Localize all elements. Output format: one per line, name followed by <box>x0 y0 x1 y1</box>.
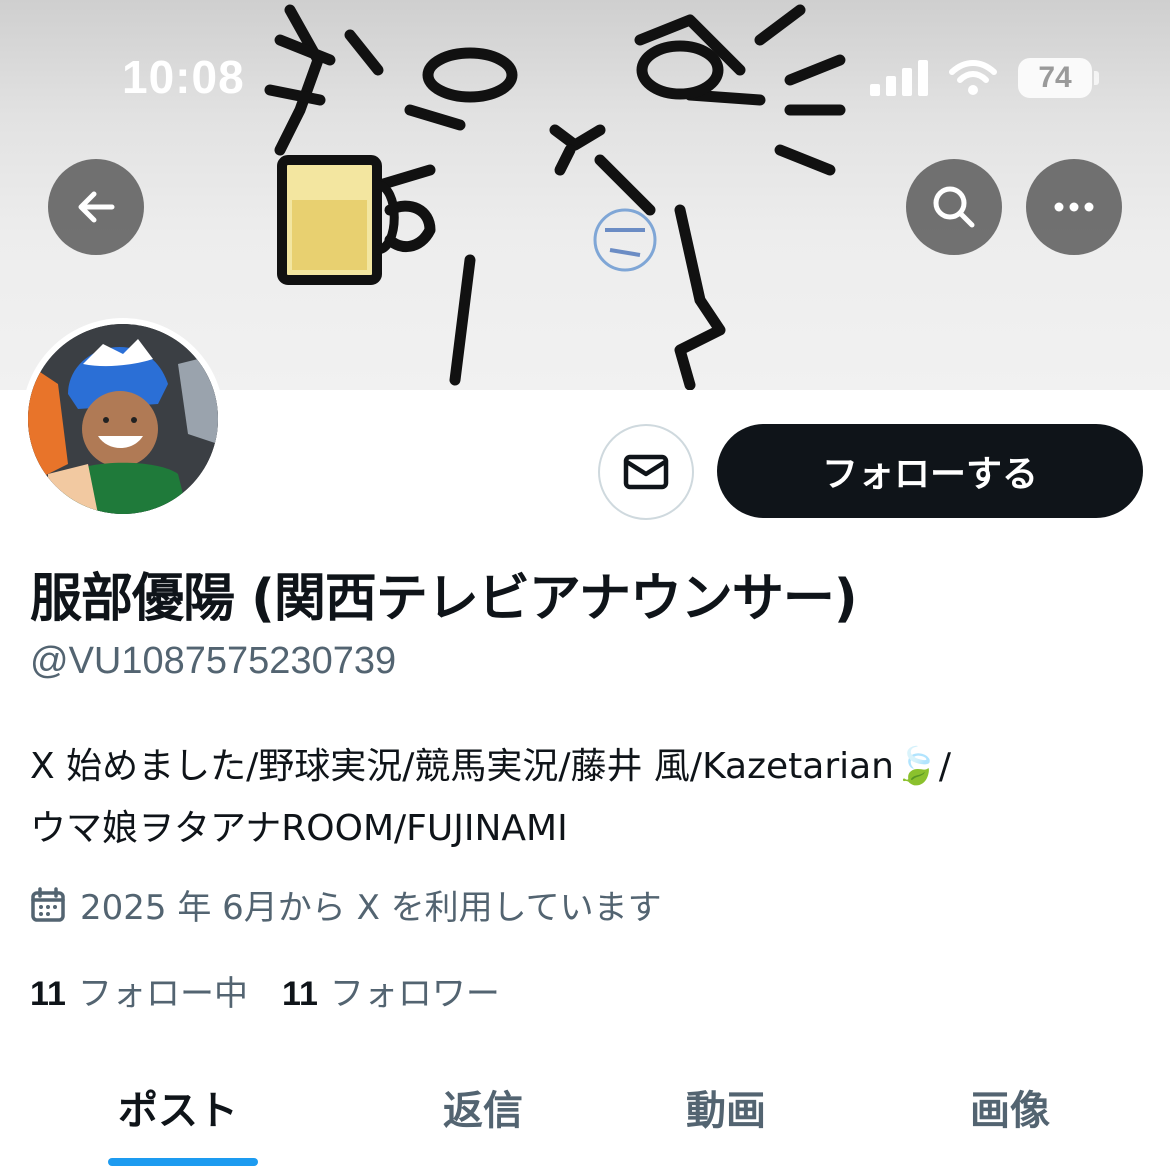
message-button[interactable] <box>598 424 694 520</box>
avatar[interactable] <box>22 318 224 520</box>
tab-posts[interactable]: ポスト <box>118 1078 238 1136</box>
profile-tabs: ポスト 返信 動画 画像 <box>0 1060 1170 1167</box>
following-link[interactable]: 11 フォロー中 <box>30 966 248 1015</box>
tab-images[interactable]: 画像 <box>970 1078 1050 1136</box>
followers-link[interactable]: 11 フォロワー <box>282 966 500 1015</box>
profile-bio: X 始めました/野球実況/競馬実況/藤井 風/Kazetarian🍃/ ウマ娘ヲ… <box>30 736 1150 860</box>
user-handle: @VU1087575230739 <box>30 640 397 682</box>
battery-icon: 74 <box>1018 58 1099 98</box>
bio-line-1-end: / <box>938 746 951 787</box>
wifi-icon <box>949 60 997 95</box>
active-tab-indicator <box>108 1158 258 1166</box>
followers-count: 11 <box>281 975 318 1013</box>
tab-replies[interactable]: 返信 <box>443 1078 523 1136</box>
follow-counts: 11 フォロー中 11 フォロワー <box>30 966 534 1015</box>
avatar-image <box>28 324 218 514</box>
joined-date: 2025 年 6月から X を利用しています <box>30 880 662 929</box>
more-button[interactable] <box>1026 159 1122 255</box>
search-icon <box>933 186 975 228</box>
more-horizontal-icon <box>1054 202 1094 212</box>
arrow-left-icon <box>78 191 115 223</box>
signal-icon <box>870 60 928 96</box>
status-icons: 74 <box>870 58 1099 98</box>
bio-line-1-text: X 始めました/野球実況/競馬実況/藤井 風/Kazetarian <box>30 746 895 787</box>
following-count: 11 <box>30 975 66 1013</box>
search-button[interactable] <box>906 159 1002 255</box>
bio-line-1: X 始めました/野球実況/競馬実況/藤井 風/Kazetarian🍃/ <box>30 736 1150 798</box>
envelope-icon <box>623 454 669 490</box>
tab-videos[interactable]: 動画 <box>686 1078 766 1136</box>
bio-line-2: ウマ娘ヲタアナROOM/FUJINAMI <box>30 808 568 849</box>
joined-text: 2025 年 6月から X を利用しています <box>80 888 662 928</box>
follow-button[interactable]: フォローする <box>717 424 1143 518</box>
leaf-emoji: 🍃 <box>894 746 939 787</box>
followers-label: フォロワー <box>329 974 500 1014</box>
display-name: 服部優陽 (関西テレビアナウンサー) <box>30 569 858 629</box>
following-label: フォロー中 <box>77 974 248 1014</box>
status-time: 10:08 <box>122 51 245 103</box>
battery-level: 74 <box>1038 61 1072 94</box>
calendar-icon <box>31 886 65 922</box>
back-button[interactable] <box>48 159 144 255</box>
